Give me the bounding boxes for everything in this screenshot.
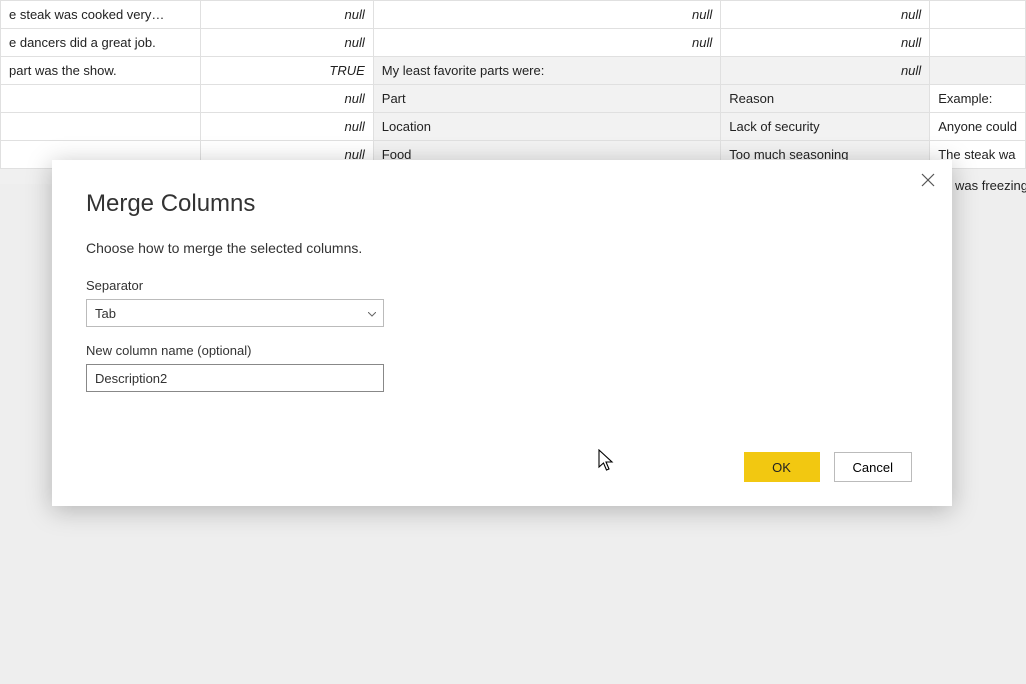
- table-cell[interactable]: null: [200, 113, 373, 141]
- table-row[interactable]: nullPartReasonExample:: [1, 85, 1026, 113]
- table-cell[interactable]: Location: [373, 113, 721, 141]
- table-cell[interactable]: e steak was cooked very…: [1, 1, 201, 29]
- table-cell[interactable]: null: [721, 57, 930, 85]
- table-cell[interactable]: [1, 113, 201, 141]
- table-cell[interactable]: null: [200, 29, 373, 57]
- close-icon: [921, 173, 935, 187]
- table-cell[interactable]: Anyone could: [930, 113, 1026, 141]
- table-cell[interactable]: [1, 85, 201, 113]
- table-cell[interactable]: TRUE: [200, 57, 373, 85]
- dialog-title: Merge Columns: [86, 190, 918, 218]
- table-row[interactable]: nullLocationLack of securityAnyone could: [1, 113, 1026, 141]
- table-cell[interactable]: null: [721, 1, 930, 29]
- table-cell[interactable]: null: [200, 1, 373, 29]
- merge-columns-dialog: Merge Columns Choose how to merge the se…: [52, 160, 952, 506]
- table-cell[interactable]: Lack of security: [721, 113, 930, 141]
- cancel-button[interactable]: Cancel: [834, 452, 912, 482]
- table-cell[interactable]: part was the show.: [1, 57, 201, 85]
- table-cell[interactable]: [930, 1, 1026, 29]
- table-cell[interactable]: Reason: [721, 85, 930, 113]
- table-cell[interactable]: My least favorite parts were:: [373, 57, 721, 85]
- trailing-row-text: was freezing: [955, 178, 1026, 193]
- new-column-label: New column name (optional): [86, 343, 918, 358]
- table-row[interactable]: part was the show.TRUEMy least favorite …: [1, 57, 1026, 85]
- table-cell[interactable]: null: [721, 29, 930, 57]
- dialog-subtitle: Choose how to merge the selected columns…: [86, 240, 918, 256]
- separator-label: Separator: [86, 278, 918, 293]
- data-grid[interactable]: e steak was cooked very…nullnullnulle da…: [0, 0, 1026, 169]
- table-cell[interactable]: e dancers did a great job.: [1, 29, 201, 57]
- table-cell[interactable]: null: [373, 29, 721, 57]
- new-column-input[interactable]: [86, 364, 384, 392]
- table-cell[interactable]: null: [373, 1, 721, 29]
- table-cell[interactable]: Example:: [930, 85, 1026, 113]
- table-cell[interactable]: [930, 57, 1026, 85]
- table-row[interactable]: e dancers did a great job.nullnullnull: [1, 29, 1026, 57]
- ok-button[interactable]: OK: [744, 452, 820, 482]
- table-row[interactable]: e steak was cooked very…nullnullnull: [1, 1, 1026, 29]
- close-button[interactable]: [918, 170, 938, 190]
- table-cell[interactable]: null: [200, 85, 373, 113]
- table-cell[interactable]: [930, 29, 1026, 57]
- table-cell[interactable]: Part: [373, 85, 721, 113]
- separator-select[interactable]: [86, 299, 384, 327]
